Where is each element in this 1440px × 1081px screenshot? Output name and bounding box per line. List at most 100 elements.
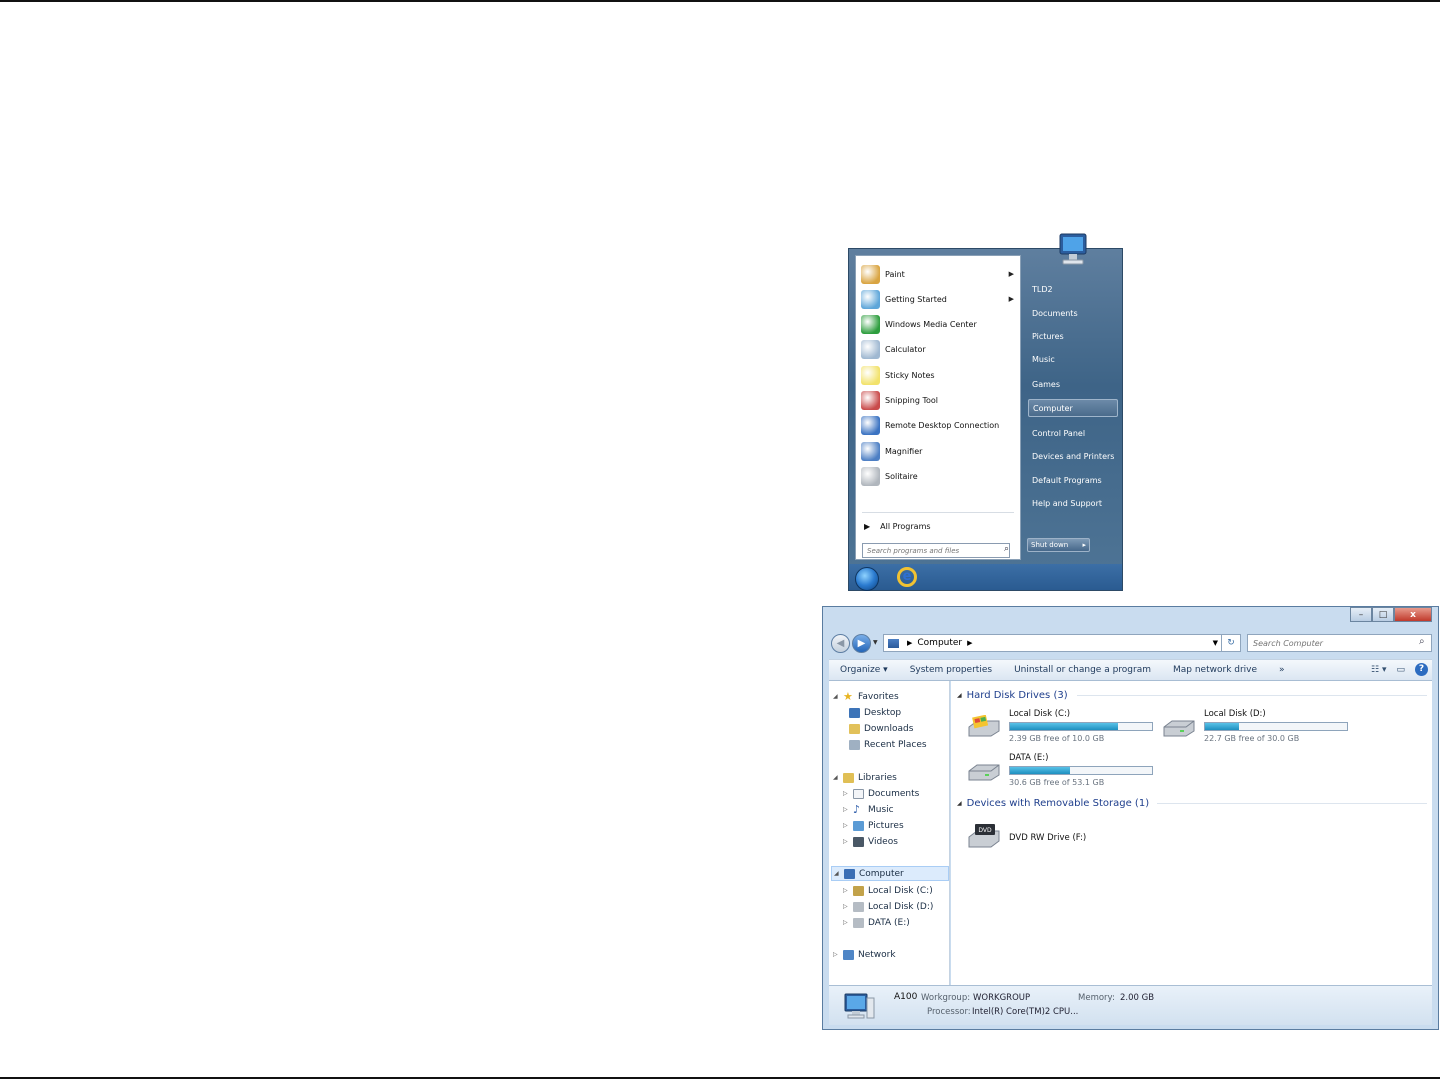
- forward-button[interactable]: ▶: [852, 634, 871, 653]
- address-dropdown-icon[interactable]: ▼: [1213, 639, 1218, 647]
- nav-local-disk-c-label: Local Disk (C:): [868, 885, 933, 896]
- start-place-help-and-support[interactable]: Help and Support: [1028, 494, 1118, 512]
- collapse-arrow-icon[interactable]: ▷: [843, 838, 853, 845]
- nav-libraries[interactable]: ◢ Libraries: [833, 770, 897, 785]
- internet-explorer-icon[interactable]: e: [897, 567, 917, 587]
- expand-arrow-icon[interactable]: ◢: [834, 870, 844, 877]
- drive-c[interactable]: Local Disk (C:) 2.39 GB free of 10.0 GB: [967, 709, 1157, 749]
- collapse-arrow-icon[interactable]: ▷: [843, 822, 853, 829]
- program-item[interactable]: Solitaire: [858, 464, 1018, 488]
- map-network-drive-button[interactable]: Map network drive: [1162, 665, 1268, 675]
- start-place-games[interactable]: Games: [1028, 375, 1118, 393]
- breadcrumb-separator-icon[interactable]: ▶: [907, 639, 912, 647]
- paint-icon: [861, 264, 880, 284]
- breadcrumb-separator-icon[interactable]: ▶: [967, 639, 972, 647]
- nav-data-e[interactable]: ▷ DATA (E:): [843, 915, 910, 930]
- expand-arrow-icon[interactable]: ◢: [833, 693, 843, 700]
- recent-places-icon: [849, 739, 860, 750]
- nav-videos[interactable]: ▷ Videos: [843, 834, 898, 849]
- window-controls: – □ x: [1350, 607, 1432, 622]
- start-place-documents[interactable]: Documents: [1028, 304, 1118, 322]
- submenu-arrow-icon[interactable]: ▶: [1009, 295, 1014, 303]
- address-bar[interactable]: ▶ Computer ▶ ▼ ↻: [883, 634, 1241, 652]
- shutdown-button[interactable]: Shut down ▸: [1027, 538, 1090, 552]
- start-orb-icon[interactable]: [855, 567, 879, 591]
- nav-documents-label: Documents: [868, 788, 920, 799]
- maximize-button[interactable]: □: [1372, 607, 1394, 622]
- collapse-arrow-icon[interactable]: ▷: [843, 790, 853, 797]
- drive-free-space: 30.6 GB free of 53.1 GB: [1009, 778, 1105, 787]
- start-search-input[interactable]: [862, 543, 1010, 558]
- system-properties-button[interactable]: System properties: [899, 665, 1003, 675]
- nav-desktop[interactable]: Desktop: [849, 705, 901, 720]
- program-label: Sticky Notes: [885, 370, 935, 380]
- program-item[interactable]: Magnifier: [858, 439, 1018, 463]
- start-place-control-panel[interactable]: Control Panel: [1028, 424, 1118, 442]
- collapse-arrow-icon[interactable]: ▷: [843, 806, 853, 813]
- memory-value: 2.00 GB: [1120, 993, 1155, 1003]
- nav-favorites[interactable]: ◢ ★ Favorites: [833, 689, 899, 704]
- nav-network[interactable]: ▷ Network: [833, 947, 896, 962]
- minimize-button[interactable]: –: [1350, 607, 1372, 622]
- help-icon[interactable]: ?: [1415, 663, 1428, 676]
- nav-recent-places[interactable]: Recent Places: [849, 737, 927, 752]
- drive-usage-fill: [1010, 767, 1070, 774]
- calculator-icon: [861, 340, 880, 360]
- refresh-icon[interactable]: ↻: [1221, 635, 1240, 651]
- program-item[interactable]: Windows Media Center: [858, 313, 1018, 337]
- group-divider: [1077, 695, 1427, 696]
- drive-e[interactable]: DATA (E:) 30.6 GB free of 53.1 GB: [967, 753, 1157, 793]
- hard-disk-icon: [1163, 720, 1195, 737]
- search-input[interactable]: [1247, 634, 1432, 652]
- collapse-arrow-icon[interactable]: ▷: [833, 951, 843, 958]
- start-place-music[interactable]: Music: [1028, 350, 1118, 368]
- close-button[interactable]: x: [1394, 607, 1432, 622]
- nav-computer-label: Computer: [859, 868, 904, 879]
- organize-button[interactable]: Organize ▾: [829, 665, 899, 675]
- drive-dvd-f[interactable]: DVD DVD RW Drive (F:): [967, 821, 1157, 861]
- all-programs-label: All Programs: [880, 521, 931, 531]
- nav-local-disk-d[interactable]: ▷ Local Disk (D:): [843, 899, 933, 914]
- drive-d[interactable]: Local Disk (D:) 22.7 GB free of 30.0 GB: [1162, 709, 1352, 749]
- uninstall-program-button[interactable]: Uninstall or change a program: [1003, 665, 1162, 675]
- top-rule: [0, 0, 1440, 2]
- submenu-arrow-icon[interactable]: ▶: [1009, 270, 1014, 278]
- group-removable-storage[interactable]: ◢ Devices with Removable Storage (1): [957, 796, 1427, 810]
- all-programs-button[interactable]: ▶ All Programs: [860, 518, 931, 534]
- start-place-devices-and-printers[interactable]: Devices and Printers: [1028, 447, 1118, 465]
- back-button[interactable]: ◀: [831, 634, 850, 653]
- collapse-arrow-icon[interactable]: ▷: [843, 919, 853, 926]
- command-bar: Organize ▾ System properties Uninstall o…: [829, 659, 1432, 681]
- start-place-pictures[interactable]: Pictures: [1028, 327, 1118, 345]
- program-item[interactable]: Snipping Tool: [858, 389, 1018, 413]
- program-item[interactable]: Calculator: [858, 338, 1018, 362]
- preview-pane-icon[interactable]: ▭: [1396, 665, 1405, 675]
- more-commands-button[interactable]: »: [1268, 665, 1296, 675]
- desktop-icon: [849, 707, 860, 718]
- nav-computer[interactable]: ◢ Computer: [831, 866, 949, 881]
- nav-downloads[interactable]: Downloads: [849, 721, 913, 736]
- program-item[interactable]: Getting Started ▶: [858, 287, 1018, 311]
- collapse-arrow-icon[interactable]: ▷: [843, 903, 853, 910]
- nav-music[interactable]: ▷ ♪ Music: [843, 802, 894, 817]
- group-hard-disk-drives[interactable]: ◢ Hard Disk Drives (3): [957, 688, 1427, 702]
- start-place-tld2[interactable]: TLD2: [1028, 280, 1118, 298]
- bottom-rule: [0, 1077, 1440, 1079]
- nav-local-disk-c[interactable]: ▷ Local Disk (C:): [843, 883, 933, 898]
- expand-arrow-icon[interactable]: ◢: [833, 774, 843, 781]
- start-place-computer[interactable]: Computer: [1028, 399, 1118, 417]
- start-place-default-programs[interactable]: Default Programs: [1028, 471, 1118, 489]
- program-item[interactable]: Sticky Notes: [858, 363, 1018, 387]
- recent-pages-dropdown-icon[interactable]: ▼: [873, 639, 878, 646]
- collapse-arrow-icon[interactable]: ▷: [843, 887, 853, 894]
- group-collapse-icon[interactable]: ◢: [957, 800, 962, 807]
- group-collapse-icon[interactable]: ◢: [957, 692, 962, 699]
- program-item[interactable]: Paint ▶: [858, 262, 1018, 286]
- group-hard-disk-label: Hard Disk Drives (3): [966, 689, 1068, 701]
- nav-documents[interactable]: ▷ Documents: [843, 786, 919, 801]
- breadcrumb-computer[interactable]: Computer: [917, 638, 962, 648]
- nav-pictures[interactable]: ▷ Pictures: [843, 818, 904, 833]
- program-item[interactable]: Remote Desktop Connection: [858, 414, 1018, 438]
- shutdown-arrow-icon[interactable]: ▸: [1082, 541, 1086, 549]
- change-view-icon[interactable]: ☷ ▾: [1371, 665, 1386, 675]
